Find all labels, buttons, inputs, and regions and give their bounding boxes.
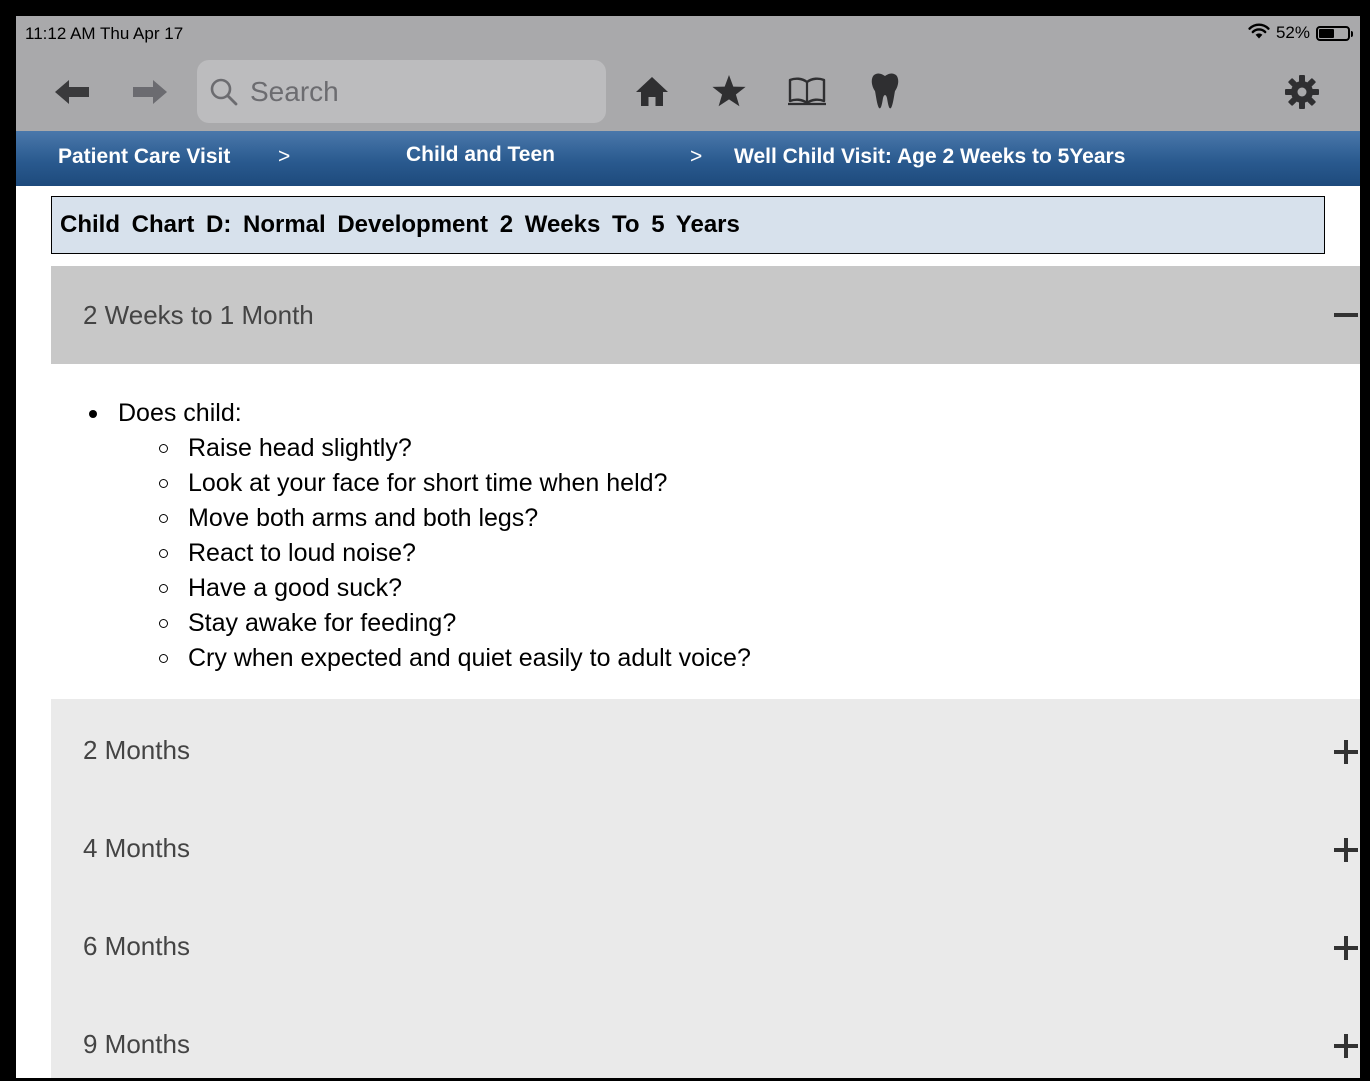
arrow-right-icon[interactable] xyxy=(130,77,170,107)
breadcrumb-item-well-child-visit[interactable]: Well Child Visit: Age 2 Weeks to 5Years xyxy=(734,145,1125,169)
accordion-label: 9 Months xyxy=(83,1029,190,1059)
page-title: Child Chart D: Normal Development 2 Week… xyxy=(51,196,1325,254)
star-icon[interactable] xyxy=(710,72,748,110)
accordion-header-2-months[interactable]: 2 Months xyxy=(51,699,1360,797)
list-item: Does child: Raise head slightly? Look at… xyxy=(89,396,751,676)
milestone-sublist: Raise head slightly? Look at your face f… xyxy=(118,431,751,676)
breadcrumb-separator: > xyxy=(690,145,703,168)
search-icon xyxy=(209,77,239,107)
wifi-icon xyxy=(1248,22,1270,44)
breadcrumb: Patient Care Visit > Child and Teen > We… xyxy=(16,131,1360,186)
accordion-label: 2 Weeks to 1 Month xyxy=(83,300,314,330)
breadcrumb-separator: > xyxy=(278,145,291,168)
milestone-item: Raise head slightly? xyxy=(159,431,751,466)
milestone-item: Stay awake for feeding? xyxy=(159,606,751,641)
milestone-item: Look at your face for short time when he… xyxy=(159,466,751,501)
breadcrumb-item-patient-care-visit[interactable]: Patient Care Visit xyxy=(58,145,230,169)
milestone-item: React to loud noise? xyxy=(159,536,751,571)
accordion-label: 4 Months xyxy=(83,833,190,863)
battery-icon xyxy=(1316,25,1353,41)
status-indicators: 52% xyxy=(1248,22,1353,44)
accordion-content-2-weeks-to-1-month: Does child: Raise head slightly? Look at… xyxy=(51,364,1360,699)
accordion-label: 2 Months xyxy=(83,735,190,765)
accordion-header-4-months[interactable]: 4 Months xyxy=(51,797,1360,895)
accordion-header-2-weeks-to-1-month[interactable]: 2 Weeks to 1 Month xyxy=(51,266,1360,364)
expand-plus-icon[interactable] xyxy=(1334,936,1358,960)
search-input[interactable] xyxy=(248,74,582,109)
open-book-icon[interactable] xyxy=(786,73,828,109)
collapse-minus-icon[interactable] xyxy=(1334,303,1358,327)
battery-percent: 52% xyxy=(1275,23,1310,42)
accordion-header-6-months[interactable]: 6 Months xyxy=(51,895,1360,993)
accordion-label: 6 Months xyxy=(83,931,190,961)
gear-icon[interactable] xyxy=(1282,72,1322,112)
toolbar xyxy=(16,53,1360,131)
app-screen: 11:12 AM Thu Apr 17 52% Search Patient C… xyxy=(16,16,1360,1078)
milestone-item: Have a good suck? xyxy=(159,571,751,606)
milestone-item: Cry when expected and quiet easily to ad… xyxy=(159,641,751,676)
battery-level xyxy=(1319,28,1334,38)
status-time: 11:12 AM Thu Apr 17 xyxy=(25,24,184,43)
milestone-intro: Does child: xyxy=(118,399,242,427)
accordion-header-9-months[interactable]: 9 Months xyxy=(51,993,1360,1078)
home-icon[interactable] xyxy=(634,73,670,109)
expand-plus-icon[interactable] xyxy=(1334,1034,1358,1058)
milestone-list: Does child: Raise head slightly? Look at… xyxy=(89,396,751,676)
tooth-icon[interactable] xyxy=(868,71,902,111)
status-bar: 11:12 AM Thu Apr 17 52% xyxy=(16,16,1360,53)
arrow-left-icon[interactable] xyxy=(52,77,92,107)
breadcrumb-item-child-and-teen[interactable]: Child and Teen xyxy=(406,143,555,167)
expand-plus-icon[interactable] xyxy=(1334,740,1358,764)
expand-plus-icon[interactable] xyxy=(1334,838,1358,862)
milestone-item: Move both arms and both legs? xyxy=(159,501,751,536)
search-box[interactable] xyxy=(197,60,606,123)
